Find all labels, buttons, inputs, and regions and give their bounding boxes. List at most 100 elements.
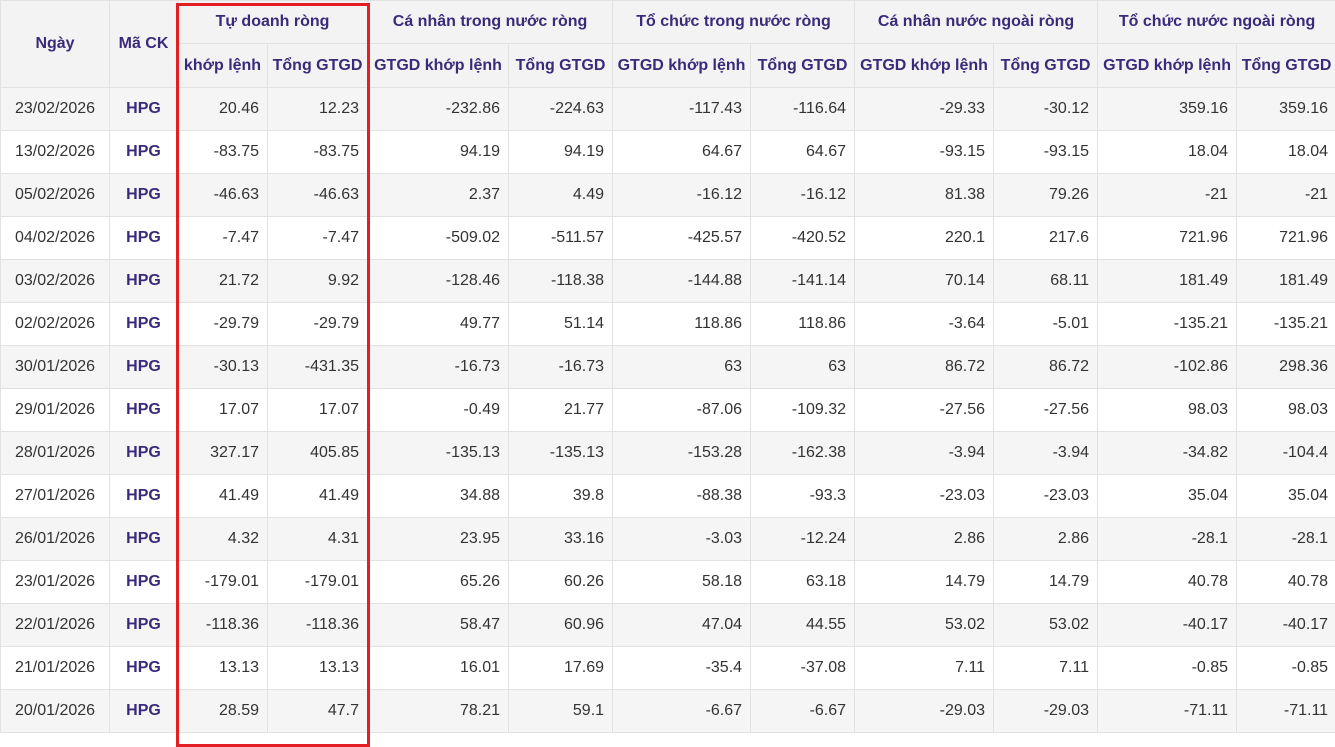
cell-domestic-institution-matched: 63 — [612, 345, 752, 389]
cell-date: 22/01/2026 — [0, 603, 110, 647]
cell-proprietary-total: 17.07 — [266, 388, 369, 432]
cell-proprietary-total: 9.92 — [266, 259, 369, 303]
cell-foreign-institution-matched: -102.86 — [1097, 345, 1238, 389]
column-header-date[interactable]: Ngày — [0, 0, 110, 88]
cell-foreign-institution-matched: 35.04 — [1097, 474, 1238, 518]
cell-domestic-institution-matched: 47.04 — [612, 603, 752, 647]
cell-ticker-link[interactable]: HPG — [109, 259, 178, 303]
subheader-proprietary-matched[interactable]: khớp lệnh — [177, 43, 268, 88]
table-row[interactable]: 03/02/2026 HPG 21.72 9.92 -128.46 -118.38 -144… — [0, 259, 1335, 303]
subheader-foreign-individual-total[interactable]: Tổng GTGD — [993, 43, 1099, 88]
cell-domestic-individual-matched: 49.77 — [367, 302, 510, 346]
cell-ticker-link[interactable]: HPG — [109, 431, 178, 475]
cell-domestic-individual-matched: 34.88 — [367, 474, 510, 518]
cell-domestic-individual-matched: -135.13 — [367, 431, 510, 475]
table-row[interactable]: 23/01/2026 HPG -179.01 -179.01 65.26 60.26 58.… — [0, 560, 1335, 604]
table-row[interactable]: 04/02/2026 HPG -7.47 -7.47 -509.02 -511.57 -42… — [0, 216, 1335, 260]
cell-foreign-institution-matched: 98.03 — [1097, 388, 1238, 432]
cell-date: 23/01/2026 — [0, 560, 110, 604]
cell-foreign-individual-total: -23.03 — [993, 474, 1099, 518]
cell-foreign-individual-matched: 70.14 — [854, 259, 995, 303]
cell-proprietary-total: -179.01 — [266, 560, 369, 604]
cell-foreign-institution-total: -28.1 — [1236, 517, 1335, 561]
cell-foreign-institution-total: 359.16 — [1236, 87, 1335, 131]
subheader-foreign-individual-matched[interactable]: GTGD khớp lệnh — [854, 43, 995, 88]
cell-ticker-link[interactable]: HPG — [109, 388, 178, 432]
cell-domestic-individual-total: 60.96 — [508, 603, 614, 647]
table-body: 23/02/2026 HPG 20.46 12.23 -232.86 -224.63 -11… — [0, 87, 1335, 733]
cell-foreign-institution-total: -135.21 — [1236, 302, 1335, 346]
cell-ticker-link[interactable]: HPG — [109, 646, 178, 690]
table-row[interactable]: 21/01/2026 HPG 13.13 13.13 16.01 17.69 -35.4 -3… — [0, 646, 1335, 690]
subheader-domestic-institution-total[interactable]: Tổng GTGD — [750, 43, 856, 88]
cell-domestic-institution-matched: -87.06 — [612, 388, 752, 432]
table-row[interactable]: 20/01/2026 HPG 28.59 47.7 78.21 59.1 -6.67 -6.6… — [0, 689, 1335, 733]
cell-ticker-link[interactable]: HPG — [109, 517, 178, 561]
subheader-domestic-individual-total[interactable]: Tổng GTGD — [508, 43, 614, 88]
cell-proprietary-total: 13.13 — [266, 646, 369, 690]
subheader-foreign-institution-total[interactable]: Tổng GTGD — [1236, 43, 1335, 88]
column-header-ticker[interactable]: Mã CK — [109, 0, 178, 88]
cell-ticker-link[interactable]: HPG — [109, 130, 178, 174]
cell-ticker-link[interactable]: HPG — [109, 603, 178, 647]
cell-proprietary-total: -46.63 — [266, 173, 369, 217]
cell-domestic-institution-matched: 118.86 — [612, 302, 752, 346]
cell-foreign-institution-total: -40.17 — [1236, 603, 1335, 647]
table-header: Ngày Mã CK Tự doanh ròng Cá nhân trong n… — [0, 0, 1335, 88]
cell-foreign-individual-total: 2.86 — [993, 517, 1099, 561]
cell-ticker-link[interactable]: HPG — [109, 474, 178, 518]
cell-date: 21/01/2026 — [0, 646, 110, 690]
cell-foreign-institution-matched: 359.16 — [1097, 87, 1238, 131]
cell-domestic-institution-matched: -153.28 — [612, 431, 752, 475]
table-row[interactable]: 02/02/2026 HPG -29.79 -29.79 49.77 51.14 118.8… — [0, 302, 1335, 346]
cell-date: 28/01/2026 — [0, 431, 110, 475]
cell-ticker-link[interactable]: HPG — [109, 345, 178, 389]
subheader-domestic-individual-matched[interactable]: GTGD khớp lệnh — [367, 43, 510, 88]
cell-domestic-individual-total: 51.14 — [508, 302, 614, 346]
cell-ticker-link[interactable]: HPG — [109, 302, 178, 346]
cell-proprietary-total: -431.35 — [266, 345, 369, 389]
table-row[interactable]: 05/02/2026 HPG -46.63 -46.63 2.37 4.49 -16.12-… — [0, 173, 1335, 217]
subheader-proprietary-total[interactable]: Tổng GTGD — [266, 43, 369, 88]
cell-date: 13/02/2026 — [0, 130, 110, 174]
cell-proprietary-total: 41.49 — [266, 474, 369, 518]
table-row[interactable]: 22/01/2026 HPG -118.36 -118.36 58.47 60.96 47.… — [0, 603, 1335, 647]
cell-domestic-institution-total: 64.67 — [750, 130, 856, 174]
table-row[interactable]: 29/01/2026 HPG 17.07 17.07 -0.49 21.77 -87.06-… — [0, 388, 1335, 432]
cell-domestic-individual-total: 39.8 — [508, 474, 614, 518]
cell-foreign-institution-matched: -34.82 — [1097, 431, 1238, 475]
table-row[interactable]: 23/02/2026 HPG 20.46 12.23 -232.86 -224.63 -11… — [0, 87, 1335, 131]
cell-foreign-institution-matched: 721.96 — [1097, 216, 1238, 260]
cell-ticker-link[interactable]: HPG — [109, 689, 178, 733]
cell-foreign-individual-matched: 220.1 — [854, 216, 995, 260]
cell-domestic-institution-total: 63 — [750, 345, 856, 389]
cell-domestic-individual-total: -16.73 — [508, 345, 614, 389]
cell-foreign-institution-total: 721.96 — [1236, 216, 1335, 260]
cell-ticker-link[interactable]: HPG — [109, 173, 178, 217]
cell-domestic-individual-matched: 16.01 — [367, 646, 510, 690]
cell-foreign-individual-total: -3.94 — [993, 431, 1099, 475]
table-row[interactable]: 30/01/2026 HPG -30.13 -431.35 -16.73 -16.73 63… — [0, 345, 1335, 389]
cell-proprietary-total: -83.75 — [266, 130, 369, 174]
table-row[interactable]: 27/01/2026 HPG 41.49 41.49 34.88 39.8 -88.38 -9… — [0, 474, 1335, 518]
cell-foreign-individual-matched: 86.72 — [854, 345, 995, 389]
cell-proprietary-matched: -118.36 — [177, 603, 268, 647]
cell-ticker-link[interactable]: HPG — [109, 216, 178, 260]
table-row[interactable]: 13/02/2026 HPG -83.75 -83.75 94.19 94.19 64.67… — [0, 130, 1335, 174]
cell-foreign-individual-total: -30.12 — [993, 87, 1099, 131]
cell-foreign-institution-matched: 181.49 — [1097, 259, 1238, 303]
cell-foreign-institution-matched: -135.21 — [1097, 302, 1238, 346]
subheader-foreign-institution-matched[interactable]: GTGD khớp lệnh — [1097, 43, 1238, 88]
table-row[interactable]: 26/01/2026 HPG 4.32 4.31 23.95 33.16 -3.03 -12.… — [0, 517, 1335, 561]
cell-proprietary-matched: -179.01 — [177, 560, 268, 604]
cell-proprietary-total: 47.7 — [266, 689, 369, 733]
table-row[interactable]: 28/01/2026 HPG 327.17 405.85 -135.13 -135.13-… — [0, 431, 1335, 475]
cell-foreign-institution-total: -0.85 — [1236, 646, 1335, 690]
net-trading-table: Ngày Mã CK Tự doanh ròng Cá nhân trong n… — [0, 0, 1335, 733]
cell-ticker-link[interactable]: HPG — [109, 87, 178, 131]
cell-proprietary-matched: 17.07 — [177, 388, 268, 432]
subheader-domestic-institution-matched[interactable]: GTGD khớp lệnh — [612, 43, 752, 88]
cell-foreign-individual-matched: -27.56 — [854, 388, 995, 432]
cell-foreign-institution-matched: -21 — [1097, 173, 1238, 217]
cell-ticker-link[interactable]: HPG — [109, 560, 178, 604]
